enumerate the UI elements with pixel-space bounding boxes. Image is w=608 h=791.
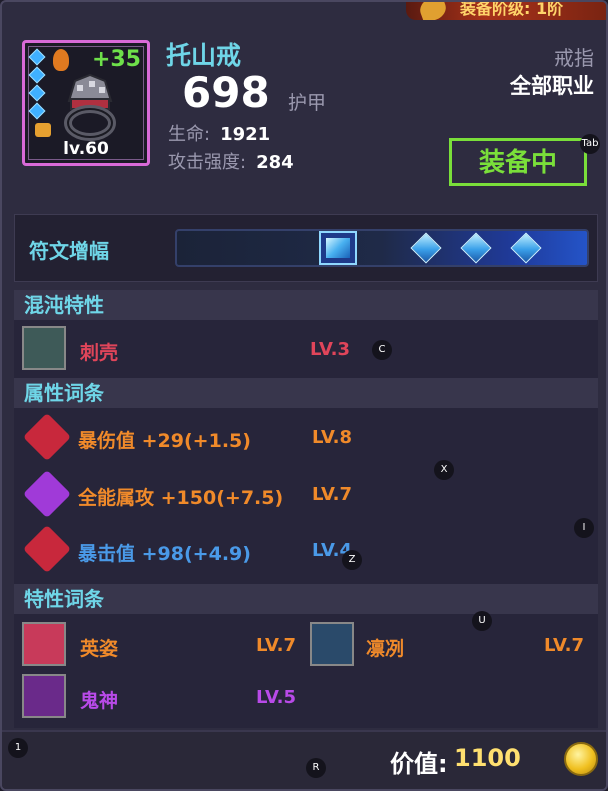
ghost-deity-icon bbox=[22, 674, 66, 718]
armor-label: 护甲 bbox=[288, 92, 327, 114]
attribute-name: 暴伤值 bbox=[78, 430, 136, 452]
attribute-bonus: +150(+7.5) bbox=[160, 487, 284, 509]
heart-face-icon bbox=[22, 622, 66, 666]
rune-slot-active-icon[interactable] bbox=[319, 231, 357, 265]
crit-rate-icon bbox=[22, 524, 72, 574]
attribute-row: 暴击值 +98(+4.9) bbox=[78, 539, 251, 566]
crit-damage-icon bbox=[22, 412, 72, 462]
key-hint-c: C bbox=[372, 340, 392, 360]
rune-amplify-label: 符文增幅 bbox=[29, 239, 109, 263]
footer-bar: 1 R 价值: 1100 bbox=[2, 730, 606, 789]
hp-value: 1921 bbox=[220, 124, 271, 145]
rune-amplify-section: 符文增幅 bbox=[14, 214, 598, 282]
attribute-bonus: +29(+1.5) bbox=[141, 430, 251, 452]
class-requirement: 全部职业 bbox=[510, 74, 594, 98]
chaos-trait-header: 混沌特性 bbox=[14, 290, 598, 320]
attribute-bonus: +98(+4.9) bbox=[141, 543, 251, 565]
key-hint-r: R bbox=[306, 758, 326, 778]
item-level: lv.60 bbox=[63, 139, 109, 159]
trait-level: LV.7 bbox=[544, 635, 584, 656]
blue-gem-icon bbox=[28, 48, 46, 66]
trait-level: LV.5 bbox=[256, 687, 296, 708]
key-hint-1: 1 bbox=[8, 738, 28, 758]
flame-icon bbox=[53, 49, 69, 71]
attribute-list: 暴伤值 +29(+1.5) LV.8 全能属攻 +150(+7.5) LV.7 … bbox=[14, 408, 598, 584]
equipped-button[interactable]: 装备中 bbox=[449, 138, 587, 186]
armor-value: 698 bbox=[182, 68, 270, 117]
attribute-row: 全能属攻 +150(+7.5) bbox=[78, 483, 283, 510]
attribute-name: 全能属攻 bbox=[78, 487, 155, 509]
trait-level: LV.7 bbox=[256, 635, 296, 656]
attribute-row: 暴伤值 +29(+1.5) bbox=[78, 426, 251, 453]
attribute-header: 属性词条 bbox=[14, 378, 598, 408]
wing-icon bbox=[417, 2, 449, 20]
lock-icon bbox=[35, 123, 51, 137]
tier-banner: 装备阶级: 1阶 bbox=[406, 2, 606, 20]
gold-coin-icon bbox=[564, 742, 598, 776]
attack-label: 攻击强度: bbox=[168, 152, 247, 173]
equipment-tooltip-panel: 装备阶级: 1阶 +35 lv.60 托山戒 698 护甲 生命: 1921 攻击… bbox=[0, 0, 608, 791]
key-hint-tab: Tab bbox=[580, 134, 600, 154]
tier-text: 装备阶级: 1阶 bbox=[460, 2, 564, 18]
thorn-shell-icon bbox=[22, 326, 66, 370]
blue-gem-icon bbox=[28, 66, 46, 84]
item-name: 托山戒 bbox=[166, 41, 242, 70]
trait-name: 鬼神 bbox=[80, 690, 119, 712]
key-hint-z: Z bbox=[342, 550, 362, 570]
value-label: 价值: bbox=[390, 750, 448, 778]
hp-label: 生命: bbox=[168, 124, 211, 145]
blue-gem-icon bbox=[28, 102, 46, 120]
key-hint-u: U bbox=[472, 611, 492, 631]
all-element-attack-icon bbox=[22, 469, 72, 519]
slot-type: 戒指 bbox=[554, 46, 594, 70]
ring-icon bbox=[64, 73, 116, 141]
trait-entry-header: 特性词条 bbox=[14, 584, 598, 614]
key-hint-i: I bbox=[574, 518, 594, 538]
attack-value: 284 bbox=[256, 152, 294, 173]
chaos-trait-name: 刺壳 bbox=[80, 342, 119, 364]
attribute-level: LV.8 bbox=[312, 427, 352, 448]
rune-gem-icon bbox=[460, 232, 492, 264]
chaos-trait-level: LV.3 bbox=[310, 339, 350, 360]
attribute-name: 暴击值 bbox=[78, 543, 136, 565]
hp-stat: 生命: 1921 bbox=[168, 120, 270, 146]
trait-name: 凛冽 bbox=[366, 638, 405, 660]
item-icon-frame[interactable]: +35 lv.60 bbox=[22, 40, 150, 166]
rune-gem-icon bbox=[410, 232, 442, 264]
enhance-level: +35 bbox=[91, 47, 141, 72]
attribute-level: LV.7 bbox=[312, 484, 352, 505]
blue-gem-icon bbox=[28, 84, 46, 102]
rune-track[interactable] bbox=[175, 229, 589, 267]
attack-stat: 攻击强度: 284 bbox=[168, 148, 294, 174]
value-amount: 1100 bbox=[454, 744, 521, 772]
trait-entry-list: 英姿 LV.7 凛冽 LV.7 鬼神 LV.5 U bbox=[14, 611, 598, 728]
socket-gems bbox=[28, 48, 46, 123]
frost-icon bbox=[310, 622, 354, 666]
trait-name: 英姿 bbox=[80, 638, 119, 660]
rune-gem-icon bbox=[510, 232, 542, 264]
key-hint-x: X bbox=[434, 460, 454, 480]
chaos-trait-list: 刺壳 LV.3 C bbox=[14, 320, 598, 378]
